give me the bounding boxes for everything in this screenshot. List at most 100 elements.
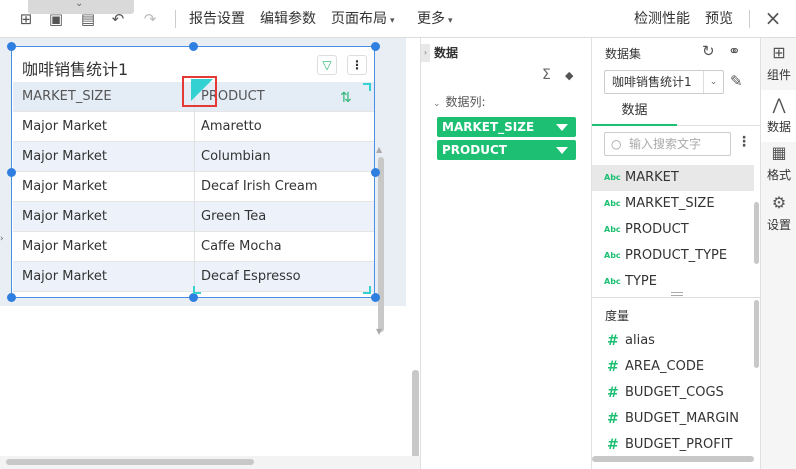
column-divider bbox=[194, 232, 195, 262]
measure-field[interactable]: # alias bbox=[592, 328, 754, 354]
resize-handle[interactable] bbox=[189, 42, 198, 51]
tab-data[interactable]: ⋀ 数据 bbox=[761, 90, 796, 142]
sort-icon[interactable]: ⇅ bbox=[340, 83, 352, 113]
dataset-panel: 数据集 ↻ ⚭ 咖啡销售统计1 ⌄ ✎ 数据 ○ 输入搜索文字 ⋮ Abc MARKE… bbox=[592, 38, 760, 469]
field-name: alias bbox=[625, 333, 655, 348]
dimension-field[interactable]: Abc MARKET bbox=[592, 165, 754, 191]
dropdown-icon[interactable] bbox=[556, 124, 568, 131]
more-options-icon[interactable]: ⋮ bbox=[737, 134, 751, 150]
more-options-icon[interactable]: ⋮ bbox=[347, 55, 367, 75]
dataset-link-icon[interactable]: ⚭ bbox=[728, 42, 741, 60]
report-settings-menu[interactable]: 报告设置 bbox=[189, 10, 245, 28]
dimension-field[interactable]: Abc MARKET_SIZE bbox=[592, 191, 754, 217]
tab-format[interactable]: ▦ 格式 bbox=[761, 138, 796, 190]
undo-icon[interactable]: ↶ bbox=[108, 9, 128, 29]
close-icon[interactable]: × bbox=[763, 8, 783, 28]
table-cell: Columbian bbox=[201, 149, 271, 164]
dataset-select[interactable]: 咖啡销售统计1 ⌄ bbox=[604, 70, 724, 94]
text-type-icon: Abc bbox=[604, 199, 621, 208]
resize-handle[interactable] bbox=[371, 42, 380, 51]
refresh-icon[interactable]: ↻ bbox=[702, 42, 715, 60]
tab-data[interactable]: 数据 bbox=[592, 100, 677, 126]
format-grid-icon: ▦ bbox=[771, 143, 787, 162]
table-cell: Green Tea bbox=[201, 209, 267, 224]
measure-field[interactable]: # BUDGET_PROFIT bbox=[592, 432, 754, 458]
section-label: 数据列: bbox=[445, 95, 486, 109]
resize-handle[interactable] bbox=[371, 293, 380, 302]
table-cell: Decaf Espresso bbox=[201, 269, 301, 284]
page-layout-label: 页面布局 bbox=[331, 11, 387, 27]
toolbar-divider bbox=[175, 10, 176, 28]
panel-horizontal-scrollbar[interactable] bbox=[592, 456, 754, 462]
chevron-down-icon: ▾ bbox=[390, 16, 395, 26]
resize-handle[interactable] bbox=[7, 42, 16, 51]
column-header[interactable]: PRODUCT bbox=[201, 82, 361, 112]
redo-icon[interactable]: ↷ bbox=[140, 9, 160, 29]
tab-label: 数据 bbox=[766, 120, 791, 134]
resize-handle[interactable] bbox=[189, 293, 198, 302]
gear-icon: ⚙ bbox=[771, 193, 787, 212]
canvas-vertical-scrollbar[interactable] bbox=[412, 370, 419, 469]
collapse-icon[interactable]: › bbox=[421, 44, 430, 62]
more-label: 更多 bbox=[417, 11, 445, 27]
data-binding-panel: › 数据 Σ ◆ ⌄ 数据列: MARKET_SIZE PRODUCT bbox=[420, 38, 592, 469]
splitter-handle[interactable] bbox=[671, 292, 683, 296]
selection-corner bbox=[363, 83, 371, 91]
detect-performance-button[interactable]: 检测性能 bbox=[634, 10, 690, 28]
left-expand-icon[interactable]: › bbox=[0, 234, 8, 250]
column-header[interactable]: MARKET_SIZE bbox=[22, 82, 192, 112]
dimension-field[interactable]: Abc PRODUCT bbox=[592, 217, 754, 243]
resize-handle[interactable] bbox=[7, 293, 16, 302]
data-columns-section[interactable]: ⌄ 数据列: bbox=[433, 93, 486, 110]
sigma-icon[interactable]: Σ bbox=[542, 67, 551, 83]
scroll-down-icon[interactable]: ▼ bbox=[376, 327, 382, 336]
column-divider bbox=[194, 112, 195, 142]
chevron-down-icon: ⌄ bbox=[75, 0, 84, 9]
tab-settings[interactable]: ⚙ 设置 bbox=[761, 188, 796, 240]
dimension-field[interactable]: Abc PRODUCT_TYPE bbox=[592, 243, 754, 269]
page-layout-menu[interactable]: 页面布局 ▾ bbox=[331, 10, 395, 30]
table-vertical-scrollbar[interactable] bbox=[378, 157, 384, 332]
pill-label: MARKET_SIZE bbox=[442, 120, 535, 134]
measure-field[interactable]: # AREA_CODE bbox=[592, 354, 754, 380]
table-cell: Caffe Mocha bbox=[201, 239, 282, 254]
table-row: Major Market Caffe Mocha bbox=[13, 232, 374, 262]
highlight-box bbox=[182, 76, 217, 107]
dropdown-icon[interactable] bbox=[556, 147, 568, 154]
tab-underline bbox=[677, 125, 760, 126]
tab-components[interactable]: ⊞ 组件 bbox=[761, 38, 796, 90]
field-name: BUDGET_MARGIN bbox=[625, 411, 739, 426]
data-table: MARKET_SIZE PRODUCT ⇅ Major Market Amare… bbox=[13, 82, 374, 292]
table-cell: Major Market bbox=[22, 239, 107, 254]
bound-column-pill[interactable]: PRODUCT bbox=[437, 140, 576, 160]
dimension-scrollbar[interactable] bbox=[754, 202, 759, 264]
bound-column-pill[interactable]: MARKET_SIZE bbox=[437, 117, 576, 137]
column-divider bbox=[194, 142, 195, 172]
filter-icon[interactable]: ▽ bbox=[317, 55, 337, 75]
number-type-icon: # bbox=[607, 333, 619, 349]
measure-field[interactable]: # BUDGET_COGS bbox=[592, 380, 754, 406]
scroll-up-icon[interactable]: ▲ bbox=[376, 145, 382, 154]
resize-handle[interactable] bbox=[371, 168, 380, 177]
table-cell: Amaretto bbox=[201, 119, 262, 134]
table-cell: Major Market bbox=[22, 179, 107, 194]
canvas-horizontal-scrollbar[interactable] bbox=[6, 459, 254, 465]
measure-scrollbar[interactable] bbox=[754, 300, 759, 368]
resize-handle[interactable] bbox=[7, 168, 16, 177]
measure-field[interactable]: # BUDGET_MARGIN bbox=[592, 406, 754, 432]
column-divider bbox=[194, 172, 195, 202]
tab-label: 设置 bbox=[766, 218, 791, 232]
preview-button[interactable]: 预览 bbox=[705, 10, 733, 28]
save-as-icon[interactable]: ▤ bbox=[78, 9, 98, 29]
edit-icon[interactable]: ✎ bbox=[730, 72, 743, 90]
more-menu[interactable]: 更多 ▾ bbox=[417, 10, 453, 30]
save-icon[interactable]: ▣ bbox=[46, 9, 66, 29]
field-name: MARKET_SIZE bbox=[625, 196, 715, 211]
edit-params-menu[interactable]: 编辑参数 bbox=[260, 10, 316, 28]
number-type-icon: # bbox=[607, 437, 619, 453]
eraser-icon[interactable]: ◆ bbox=[565, 69, 573, 82]
field-search-input[interactable]: ○ 输入搜索文字 bbox=[604, 132, 731, 156]
chart-line-icon: ⋀ bbox=[772, 95, 786, 114]
search-placeholder: 输入搜索文字 bbox=[629, 137, 702, 151]
add-page-icon[interactable]: ⊞ bbox=[16, 9, 36, 29]
